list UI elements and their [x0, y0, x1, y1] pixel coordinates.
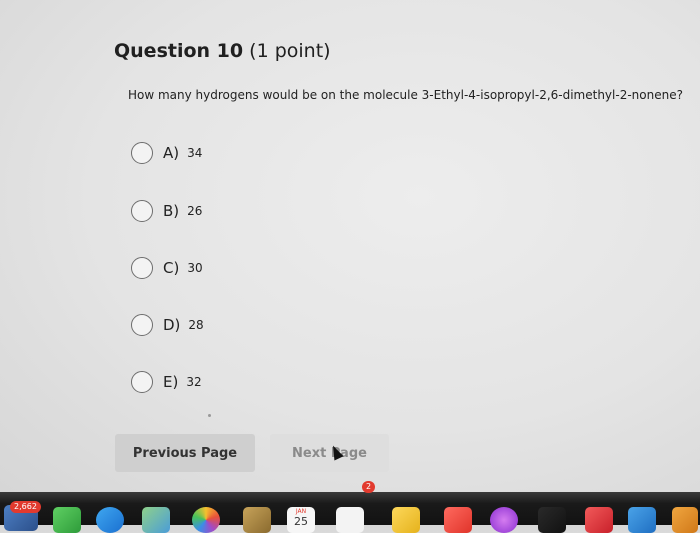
- question-title: Question 10 (1 point): [114, 40, 331, 62]
- option-value: 26: [187, 204, 203, 218]
- question-points: (1 point): [249, 40, 331, 62]
- option-b[interactable]: B) 26: [131, 198, 202, 224]
- option-value: 32: [186, 375, 202, 389]
- option-value: 34: [187, 146, 203, 160]
- reminders-icon[interactable]: 2: [336, 481, 376, 533]
- photos-icon[interactable]: [192, 507, 220, 533]
- podcasts-icon[interactable]: [490, 507, 518, 533]
- option-letter: C): [163, 259, 180, 277]
- option-value: 30: [187, 261, 203, 275]
- notes-icon[interactable]: [392, 507, 420, 533]
- contacts-icon[interactable]: [243, 507, 271, 533]
- news-icon[interactable]: [585, 507, 613, 533]
- question-number: Question 10: [114, 40, 244, 62]
- calendar-icon[interactable]: JAN 25: [287, 507, 315, 533]
- radio-button[interactable]: [131, 257, 153, 279]
- option-d[interactable]: D) 28: [131, 312, 204, 338]
- music-icon[interactable]: [444, 507, 472, 533]
- option-letter: D): [163, 316, 181, 334]
- pages-icon[interactable]: [672, 507, 698, 533]
- maps-icon[interactable]: [142, 507, 170, 533]
- option-a[interactable]: A) 34: [131, 140, 202, 166]
- option-letter: A): [163, 144, 180, 162]
- radio-button[interactable]: [131, 371, 153, 393]
- tv-icon[interactable]: [538, 507, 566, 533]
- mail-badge: 2,662: [10, 501, 41, 513]
- mail-icon[interactable]: 2,662: [4, 501, 41, 531]
- option-letter: B): [163, 202, 180, 220]
- previous-page-button[interactable]: Previous Page: [115, 434, 255, 472]
- radio-button[interactable]: [131, 314, 153, 336]
- option-value: 28: [188, 318, 204, 332]
- option-e[interactable]: E) 32: [131, 369, 202, 395]
- quiz-page: [0, 0, 700, 492]
- next-page-button[interactable]: Next Page: [270, 434, 389, 472]
- safari-icon[interactable]: [96, 507, 124, 533]
- option-letter: E): [163, 373, 179, 391]
- question-text: How many hydrogens would be on the molec…: [128, 88, 683, 102]
- reminders-badge: 2: [362, 481, 376, 493]
- radio-button[interactable]: [131, 142, 153, 164]
- radio-button[interactable]: [131, 200, 153, 222]
- option-c[interactable]: C) 30: [131, 255, 203, 281]
- calendar-day: 25: [294, 515, 308, 528]
- keynote-icon[interactable]: [628, 507, 656, 533]
- facetime-icon[interactable]: [53, 507, 81, 533]
- stray-dot: [208, 414, 211, 417]
